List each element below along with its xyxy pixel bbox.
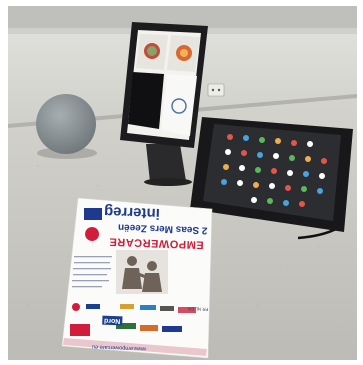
flyer-project-name: EMPOWERCARE [108,235,204,251]
eu-flag-icon [84,208,102,220]
tablet-stand [146,144,186,182]
photo-canvas [8,6,357,360]
smart-speaker-icon [36,94,96,154]
flyer-title: interreg [103,203,161,222]
flyer-footer-note: FR NL EN [187,306,209,312]
flyer-partner-label: Nord [101,315,123,326]
flyer-url: www.empowercare.eu [91,343,147,352]
wall-outlet [207,83,225,97]
photo-scene: interreg 2 Seas Mers Zeeën EMPOWERCARE N… [8,6,357,360]
flyer-subtitle: 2 Seas Mers Zeeën [117,221,208,236]
